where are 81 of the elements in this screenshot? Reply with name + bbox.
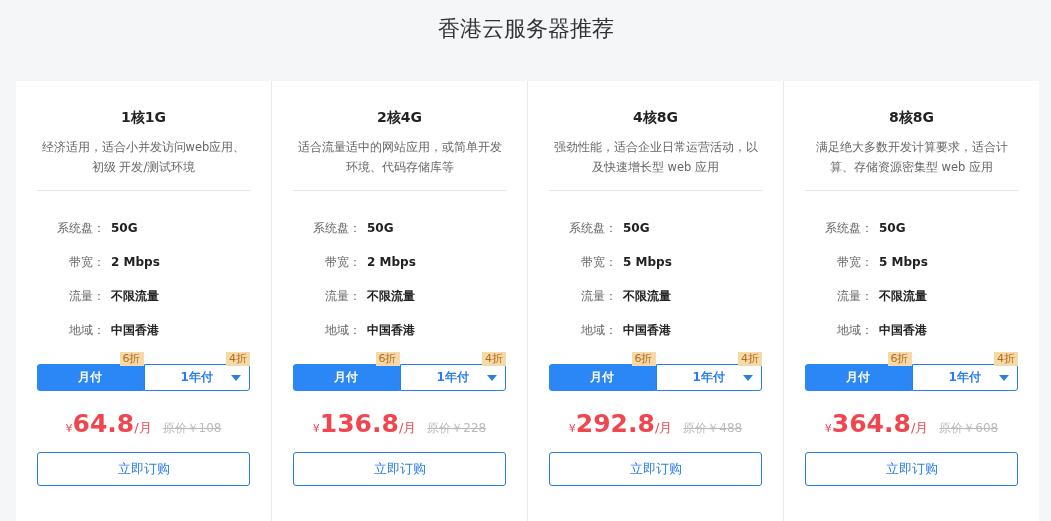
plan-description: 强劲性能，适合企业日常运营活动，以及快速增长型 web 应用 <box>552 139 759 176</box>
spec-label: 地域： <box>580 321 617 339</box>
spec-label: 流量： <box>324 287 361 305</box>
price-amount: 136.8 <box>319 409 399 438</box>
spec-value: 2 Mbps <box>367 255 416 269</box>
spec-label: 地域： <box>836 321 873 339</box>
spec-label: 系统盘： <box>824 219 873 237</box>
spec-value: 不限流量 <box>367 287 415 305</box>
plan-name: 2核4G <box>376 109 423 127</box>
discount-badge: 4折 <box>226 352 250 366</box>
original-price: 原价￥608 <box>939 420 999 437</box>
discount-badge: 4折 <box>738 352 762 366</box>
spec-label: 系统盘： <box>312 219 361 237</box>
plan-description: 满足绝大多数开发计算要求，适合计算、存储资源密集型 web 应用 <box>814 139 1009 176</box>
billing-tab[interactable]: 月付 <box>549 364 656 391</box>
section-title: 香港云服务器推荐 <box>436 15 615 43</box>
original-price: 原价￥108 <box>162 420 222 437</box>
caret-icon <box>999 375 1009 381</box>
currency-symbol: ¥ <box>65 422 73 435</box>
spec-value: 中国香港 <box>879 321 927 339</box>
billing-tab[interactable]: 月付 <box>37 364 144 391</box>
billing-tab[interactable]: 1年付 <box>399 364 506 391</box>
billing-tab[interactable]: 1年付 <box>911 364 1018 391</box>
plan-name: 1核1G <box>120 109 167 127</box>
spec-value: 不限流量 <box>111 287 159 305</box>
spec-value: 中国香港 <box>111 321 159 339</box>
order-button[interactable]: 立即订购 <box>549 452 762 486</box>
price-unit: /月 <box>398 420 417 437</box>
order-button[interactable]: 立即订购 <box>293 452 506 486</box>
plan-description: 适合流量适中的网站应用，或简单开发环境、代码存储库等 <box>296 139 503 176</box>
billing-tab[interactable]: 1年付 <box>143 364 250 391</box>
discount-badge: 4折 <box>482 352 506 366</box>
spec-label: 带宽： <box>580 253 617 271</box>
original-price: 原价￥488 <box>683 420 743 437</box>
currency-symbol: ¥ <box>824 422 832 435</box>
discount-badge: 6折 <box>375 352 400 366</box>
spec-label: 系统盘： <box>56 219 105 237</box>
spec-value: 50G <box>111 221 138 235</box>
price-amount: 64.8 <box>72 409 135 438</box>
spec-value: 中国香港 <box>623 321 671 339</box>
plan-name: 8核8G <box>888 109 935 127</box>
order-button[interactable]: 立即订购 <box>37 452 250 486</box>
spec-value: 不限流量 <box>623 287 671 305</box>
spec-value: 50G <box>623 221 650 235</box>
price-amount: 292.8 <box>575 409 655 438</box>
price-amount: 364.8 <box>831 409 911 438</box>
caret-icon <box>231 375 241 381</box>
price-unit: /月 <box>910 420 929 437</box>
spec-label: 地域： <box>68 321 105 339</box>
spec-value: 中国香港 <box>367 321 415 339</box>
plan-description: 经济适用，适合小并发访问web应用、初级 开发/测试环境 <box>40 139 247 176</box>
spec-label: 地域： <box>324 321 361 339</box>
billing-tab[interactable]: 月付 <box>805 364 912 391</box>
spec-label: 带宽： <box>68 253 105 271</box>
spec-value: 5 Mbps <box>623 255 672 269</box>
spec-value: 50G <box>879 221 906 235</box>
discount-badge: 6折 <box>119 352 144 366</box>
order-button[interactable]: 立即订购 <box>805 452 1018 486</box>
spec-value: 50G <box>367 221 394 235</box>
discount-badge: 4折 <box>994 352 1018 366</box>
discount-badge: 6折 <box>887 352 912 366</box>
spec-value: 不限流量 <box>879 287 927 305</box>
spec-value: 5 Mbps <box>879 255 928 269</box>
spec-label: 流量： <box>580 287 617 305</box>
price-unit: /月 <box>654 420 673 437</box>
currency-symbol: ¥ <box>568 422 576 435</box>
spec-label: 带宽： <box>324 253 361 271</box>
spec-label: 流量： <box>68 287 105 305</box>
spec-label: 带宽： <box>836 253 873 271</box>
price-unit: /月 <box>134 420 152 437</box>
plan-name: 4核8G <box>632 109 679 127</box>
spec-value: 2 Mbps <box>111 255 160 269</box>
spec-label: 流量： <box>836 287 873 305</box>
caret-icon <box>743 375 753 381</box>
currency-symbol: ¥ <box>312 422 320 435</box>
billing-tab[interactable]: 月付 <box>293 364 400 391</box>
spec-label: 系统盘： <box>568 219 617 237</box>
original-price: 原价￥228 <box>427 420 487 437</box>
discount-badge: 6折 <box>631 352 656 366</box>
billing-tab[interactable]: 1年付 <box>655 364 762 391</box>
caret-icon <box>487 375 497 381</box>
